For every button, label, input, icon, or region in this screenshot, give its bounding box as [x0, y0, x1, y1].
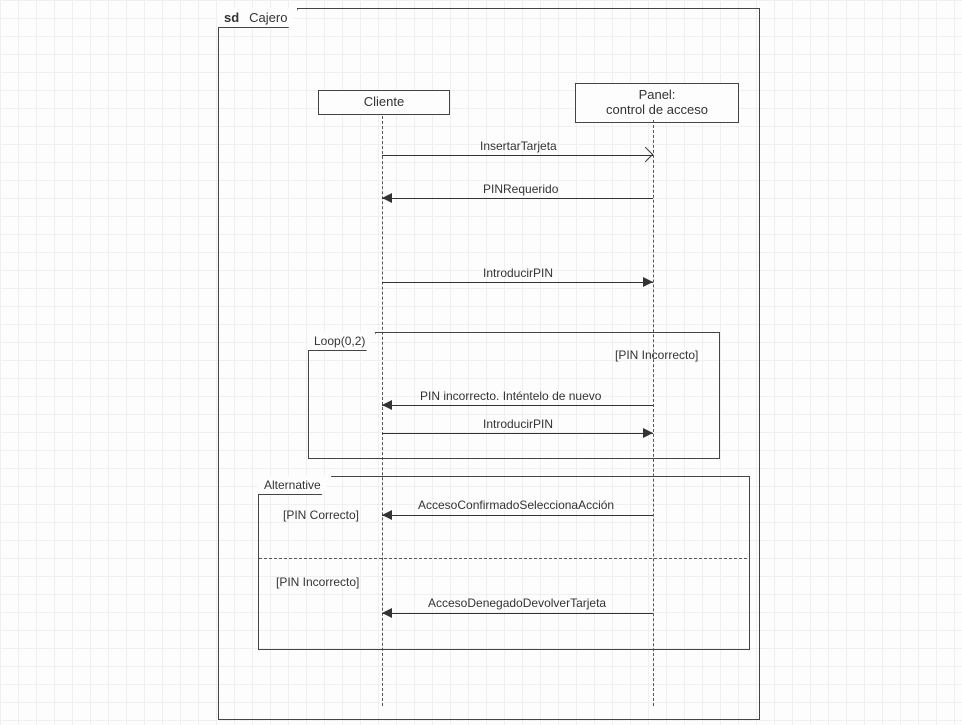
loop-frame-tag: Loop(0,2) [308, 332, 376, 351]
msg-introducirpin2-line [382, 433, 653, 434]
msg-pinincorrecto-label: PIN incorrecto. Inténtelo de nuevo [420, 389, 601, 403]
alt-divider [259, 558, 747, 559]
msg-introducirpin2-label: IntroducirPIN [483, 417, 553, 431]
msg-accesoconfirmado-line [382, 515, 653, 516]
msg-pinrequerido-arrow [382, 193, 392, 203]
alt-operator: Alternative [264, 478, 321, 492]
msg-pinrequerido-line [382, 198, 653, 199]
loop-operator: Loop(0,2) [314, 334, 365, 348]
participant-panel-label-2: control de acceso [582, 103, 732, 118]
sd-frame-tag: sd Cajero [218, 8, 298, 28]
alt-guard-correct: [PIN Correcto] [283, 508, 359, 522]
msg-introducirpin1-line [382, 282, 653, 283]
msg-pinincorrecto-line [382, 405, 653, 406]
participant-cliente-label: Cliente [364, 94, 404, 109]
msg-introducirpin1-arrow [643, 277, 653, 287]
msg-introducirpin2-arrow [643, 428, 653, 438]
msg-insertartarjeta-line [382, 155, 653, 156]
msg-pinrequerido-label: PINRequerido [483, 182, 558, 196]
msg-pinincorrecto-arrow [382, 400, 392, 410]
participant-cliente: Cliente [318, 90, 450, 115]
alt-guard-incorrect: [PIN Incorrecto] [276, 575, 359, 589]
participant-panel-label-1: Panel: [582, 88, 732, 103]
msg-accesodenegado-label: AccesoDenegadoDevolverTarjeta [428, 596, 606, 610]
msg-accesoconfirmado-arrow [382, 510, 392, 520]
sd-prefix: sd [224, 10, 239, 25]
msg-accesoconfirmado-label: AccesoConfirmadoSeleccionaAcción [418, 498, 614, 512]
msg-accesodenegado-arrow [382, 608, 392, 618]
sd-name: Cajero [249, 10, 287, 25]
participant-panel: Panel: control de acceso [575, 83, 739, 123]
alt-frame-tag: Alternative [258, 476, 332, 495]
loop-guard: [PIN Incorrecto] [615, 348, 698, 362]
msg-accesodenegado-line [382, 613, 653, 614]
msg-introducirpin1-label: IntroducirPIN [483, 266, 553, 280]
msg-insertartarjeta-label: InsertarTarjeta [480, 139, 557, 153]
